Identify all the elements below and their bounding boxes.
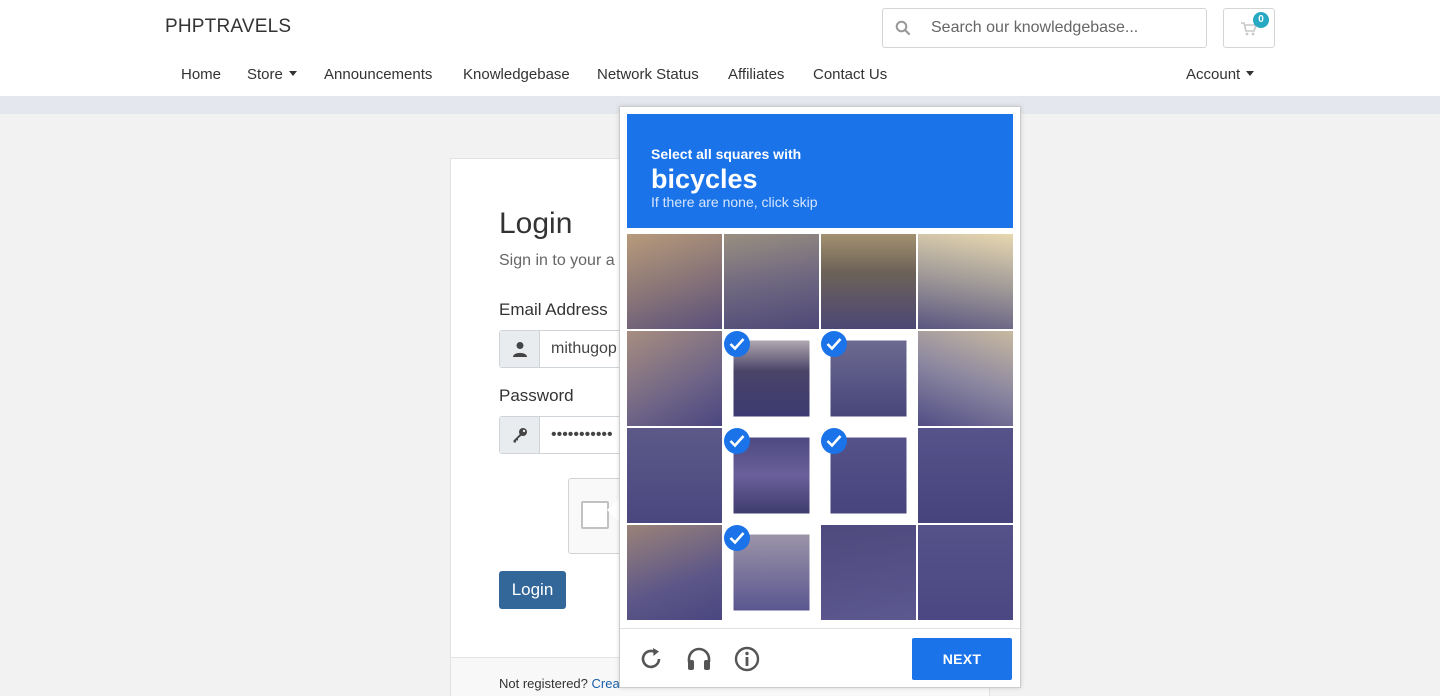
captcha-tile[interactable] <box>627 331 722 426</box>
email-value: mithugop <box>551 340 617 357</box>
search-icon <box>895 20 911 36</box>
cart-count-badge: 0 <box>1253 12 1269 28</box>
register-text: Not registered? <box>499 676 588 691</box>
nav-store[interactable]: Store <box>247 66 297 83</box>
challenge-target: bicycles <box>651 164 758 194</box>
page-title: Login <box>499 207 573 240</box>
chevron-down-icon <box>1246 71 1255 76</box>
user-icon <box>513 342 527 357</box>
register-prompt: Not registered? Crea <box>499 676 620 691</box>
next-button[interactable]: NEXT <box>912 638 1012 680</box>
reload-icon[interactable] <box>638 646 664 672</box>
email-label: Email Address <box>499 300 608 319</box>
captcha-tile[interactable] <box>821 331 916 426</box>
captcha-challenge: Select all squares with bicycles If ther… <box>619 106 1021 688</box>
challenge-header: Select all squares with bicycles If ther… <box>627 114 1013 228</box>
captcha-tile[interactable] <box>724 428 819 523</box>
challenge-grid <box>627 234 1015 622</box>
nav-store-label: Store <box>247 66 283 83</box>
checkmark-icon <box>821 331 847 357</box>
info-icon[interactable] <box>734 646 760 672</box>
captcha-tile[interactable] <box>918 525 1013 620</box>
search-input[interactable] <box>931 17 1191 39</box>
page-subtitle: Sign in to your a <box>499 252 615 269</box>
checkmark-icon <box>724 525 750 551</box>
challenge-pointer <box>607 499 619 521</box>
captcha-tile-image <box>918 428 1013 523</box>
captcha-tile-image <box>627 234 722 329</box>
challenge-hint: If there are none, click skip <box>651 194 818 210</box>
checkmark-icon <box>724 331 750 357</box>
nav-account[interactable]: Account <box>1186 66 1255 83</box>
password-value: ••••••••••• <box>551 426 613 443</box>
checkmark-icon <box>724 428 750 454</box>
captcha-tile[interactable] <box>627 234 722 329</box>
checkmark-icon <box>821 428 847 454</box>
captcha-tile-image <box>627 525 722 620</box>
nav-affiliates[interactable]: Affiliates <box>728 66 784 83</box>
captcha-tile[interactable] <box>918 331 1013 426</box>
challenge-footer: NEXT <box>620 628 1020 687</box>
login-button[interactable]: Login <box>499 571 566 609</box>
cart-button[interactable]: 0 <box>1223 8 1275 48</box>
captcha-tile[interactable] <box>918 234 1013 329</box>
nav-account-label: Account <box>1186 66 1241 83</box>
main-nav: Home Store Announcements Knowledgebase N… <box>0 56 1440 96</box>
captcha-tile-image <box>918 234 1013 329</box>
register-link[interactable]: Crea <box>592 676 620 691</box>
email-addon <box>500 331 540 367</box>
captcha-tile[interactable] <box>724 234 819 329</box>
chevron-down-icon <box>288 71 297 76</box>
challenge-instruction: Select all squares with <box>651 146 802 162</box>
captcha-tile-image <box>627 428 722 523</box>
captcha-tile[interactable] <box>724 525 819 620</box>
nav-home[interactable]: Home <box>181 66 221 83</box>
nav-knowledgebase[interactable]: Knowledgebase <box>463 66 570 83</box>
audio-icon[interactable] <box>686 646 712 672</box>
captcha-tile[interactable] <box>627 428 722 523</box>
captcha-tile[interactable] <box>821 525 916 620</box>
nav-announcements[interactable]: Announcements <box>324 66 432 83</box>
password-addon <box>500 417 540 453</box>
captcha-tile-image <box>918 525 1013 620</box>
captcha-tile[interactable] <box>821 428 916 523</box>
nav-network-status[interactable]: Network Status <box>597 66 699 83</box>
nav-contact-us[interactable]: Contact Us <box>813 66 887 83</box>
key-icon <box>513 428 527 443</box>
captcha-tile[interactable] <box>918 428 1013 523</box>
captcha-tile-image <box>627 331 722 426</box>
password-label: Password <box>499 386 574 405</box>
brand-logo[interactable]: PHPTRAVELS <box>165 16 291 38</box>
site-header: PHPTRAVELS 0 Home Store Announcements Kn… <box>0 0 1440 96</box>
captcha-tile-image <box>821 525 916 620</box>
recaptcha-checkbox[interactable] <box>581 501 609 529</box>
captcha-tile[interactable] <box>821 234 916 329</box>
captcha-tile[interactable] <box>724 331 819 426</box>
captcha-tile-image <box>918 331 1013 426</box>
captcha-tile-image <box>821 234 916 329</box>
captcha-tile-image <box>724 234 819 329</box>
search-box[interactable] <box>882 8 1207 48</box>
captcha-tile[interactable] <box>627 525 722 620</box>
